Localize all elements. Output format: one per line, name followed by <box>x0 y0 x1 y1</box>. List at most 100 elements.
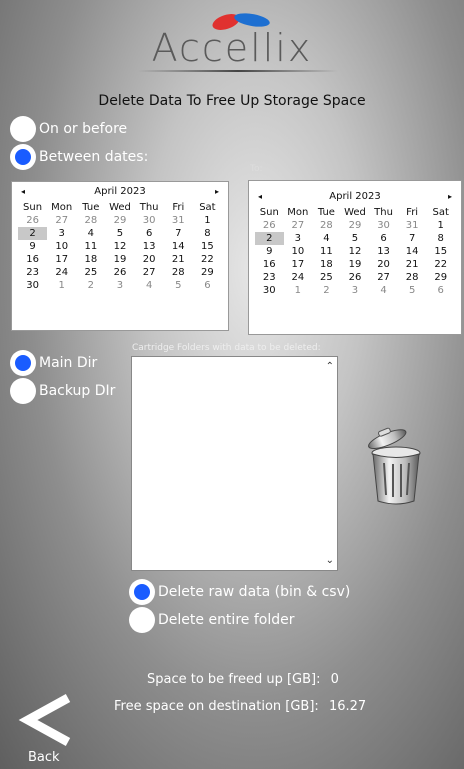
calendar-day[interactable]: 3 <box>105 279 134 292</box>
calendar-day[interactable]: 26 <box>341 271 370 284</box>
radio-delete-entire-folder[interactable]: Delete entire folder <box>129 607 294 633</box>
calendar-day[interactable]: 27 <box>47 214 76 227</box>
calendar-day[interactable]: 2 <box>76 279 105 292</box>
calendar-day[interactable]: 10 <box>284 245 313 258</box>
calendar-prev-month-icon[interactable]: ◂ <box>255 192 265 201</box>
calendar-day[interactable]: 3 <box>47 227 76 240</box>
scroll-up-icon[interactable]: ⌃ <box>326 361 334 372</box>
calendar-day[interactable]: 15 <box>426 245 455 258</box>
calendar-day[interactable]: 30 <box>135 214 164 227</box>
calendar-day[interactable]: 5 <box>105 227 134 240</box>
calendar-day[interactable]: 24 <box>284 271 313 284</box>
calendar-day[interactable]: 30 <box>369 219 398 232</box>
calendar-day[interactable]: 8 <box>193 227 222 240</box>
calendar-day[interactable]: 18 <box>76 253 105 266</box>
calendar-to[interactable]: ◂ April 2023 ▸ Sun Mon Tue Wed Thu Fri Sat 26 27… <box>248 180 462 335</box>
calendar-day[interactable]: 19 <box>341 258 370 271</box>
calendar-day[interactable]: 13 <box>135 240 164 253</box>
calendar-day[interactable]: 28 <box>76 214 105 227</box>
calendar-day[interactable]: 27 <box>135 266 164 279</box>
calendar-day[interactable]: 28 <box>398 271 427 284</box>
calendar-day[interactable]: 15 <box>193 240 222 253</box>
calendar-day[interactable]: 6 <box>369 232 398 245</box>
calendar-day[interactable]: 12 <box>341 245 370 258</box>
radio-indicator[interactable] <box>10 116 36 142</box>
calendar-day[interactable]: 14 <box>398 245 427 258</box>
calendar-day[interactable]: 17 <box>47 253 76 266</box>
calendar-day[interactable]: 25 <box>76 266 105 279</box>
calendar-day[interactable]: 4 <box>369 284 398 297</box>
calendar-day[interactable]: 13 <box>369 245 398 258</box>
calendar-day[interactable]: 16 <box>255 258 284 271</box>
calendar-day[interactable]: 7 <box>398 232 427 245</box>
calendar-day[interactable]: 1 <box>193 214 222 227</box>
calendar-day[interactable]: 11 <box>76 240 105 253</box>
calendar-day[interactable]: 17 <box>284 258 313 271</box>
calendar-prev-month-icon[interactable]: ◂ <box>18 187 28 196</box>
calendar-day[interactable]: 22 <box>426 258 455 271</box>
calendar-day[interactable]: 1 <box>426 219 455 232</box>
calendar-day[interactable]: 2 <box>255 232 284 245</box>
calendar-day[interactable]: 25 <box>312 271 341 284</box>
radio-indicator[interactable] <box>129 607 155 633</box>
radio-backup-dir[interactable]: Backup DIr <box>10 378 115 404</box>
calendar-day[interactable]: 29 <box>426 271 455 284</box>
radio-main-dir[interactable]: Main Dir <box>10 350 97 376</box>
calendar-day[interactable]: 4 <box>135 279 164 292</box>
calendar-day[interactable]: 26 <box>255 219 284 232</box>
calendar-day[interactable]: 6 <box>193 279 222 292</box>
radio-delete-raw-data[interactable]: Delete raw data (bin & csv) <box>129 579 350 605</box>
calendar-day[interactable]: 26 <box>105 266 134 279</box>
radio-indicator[interactable] <box>10 350 36 376</box>
calendar-day[interactable]: 23 <box>255 271 284 284</box>
calendar-day[interactable]: 29 <box>341 219 370 232</box>
calendar-day[interactable]: 22 <box>193 253 222 266</box>
calendar-day[interactable]: 4 <box>312 232 341 245</box>
calendar-day[interactable]: 29 <box>193 266 222 279</box>
calendar-day[interactable]: 28 <box>164 266 193 279</box>
calendar-day[interactable]: 2 <box>312 284 341 297</box>
scroll-down-icon[interactable]: ⌄ <box>326 555 334 566</box>
calendar-day[interactable]: 21 <box>398 258 427 271</box>
calendar-day[interactable]: 9 <box>18 240 47 253</box>
radio-indicator[interactable] <box>10 378 36 404</box>
calendar-day[interactable]: 4 <box>76 227 105 240</box>
calendar-day[interactable]: 27 <box>369 271 398 284</box>
calendar-day[interactable]: 7 <box>164 227 193 240</box>
calendar-day[interactable]: 3 <box>284 232 313 245</box>
calendar-next-month-icon[interactable]: ▸ <box>445 192 455 201</box>
calendar-day[interactable]: 29 <box>105 214 134 227</box>
chevron-left-icon[interactable] <box>18 692 74 748</box>
calendar-day[interactable]: 9 <box>255 245 284 258</box>
calendar-day[interactable]: 18 <box>312 258 341 271</box>
calendar-day[interactable]: 8 <box>426 232 455 245</box>
trash-can-icon[interactable] <box>360 423 432 507</box>
calendar-day[interactable]: 23 <box>18 266 47 279</box>
calendar-day[interactable]: 31 <box>398 219 427 232</box>
calendar-day[interactable]: 24 <box>47 266 76 279</box>
calendar-day[interactable]: 20 <box>135 253 164 266</box>
calendar-day[interactable]: 27 <box>284 219 313 232</box>
calendar-day[interactable]: 5 <box>164 279 193 292</box>
calendar-day[interactable]: 2 <box>18 227 48 240</box>
back-button-label[interactable]: Back <box>28 750 60 765</box>
calendar-day[interactable]: 11 <box>312 245 341 258</box>
calendar-day[interactable]: 6 <box>426 284 455 297</box>
radio-indicator[interactable] <box>10 144 36 170</box>
calendar-month-label[interactable]: April 2023 <box>329 191 380 202</box>
calendar-day[interactable]: 1 <box>284 284 313 297</box>
calendar-day[interactable]: 28 <box>312 219 341 232</box>
calendar-next-month-icon[interactable]: ▸ <box>212 187 222 196</box>
calendar-day[interactable]: 12 <box>105 240 134 253</box>
calendar-day[interactable]: 3 <box>341 284 370 297</box>
calendar-day[interactable]: 10 <box>47 240 76 253</box>
calendar-day[interactable]: 31 <box>164 214 193 227</box>
calendar-day[interactable]: 26 <box>18 214 47 227</box>
calendar-day[interactable]: 1 <box>47 279 76 292</box>
folders-listbox[interactable]: ⌃ ⌄ <box>131 356 338 571</box>
calendar-day[interactable]: 16 <box>18 253 47 266</box>
radio-between-dates[interactable]: Between dates: <box>10 144 148 170</box>
calendar-day[interactable]: 5 <box>398 284 427 297</box>
calendar-month-label[interactable]: April 2023 <box>94 186 145 197</box>
calendar-day[interactable]: 19 <box>105 253 134 266</box>
